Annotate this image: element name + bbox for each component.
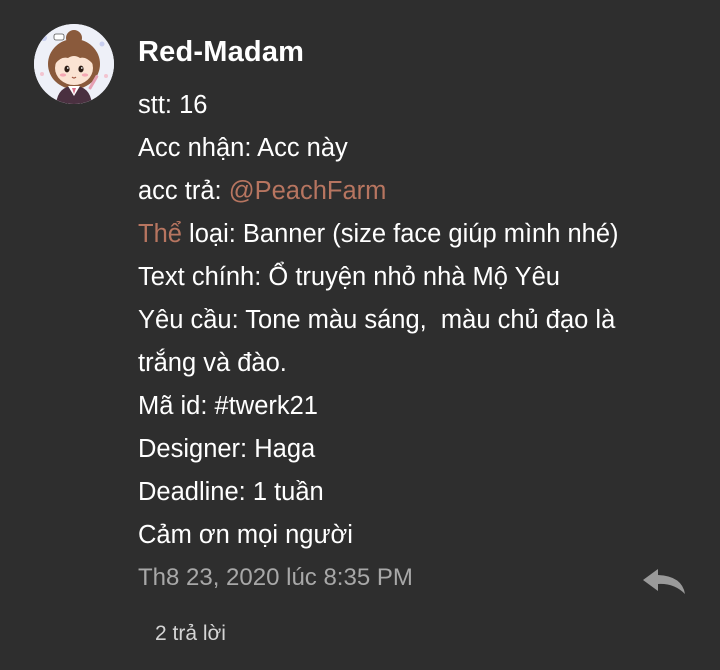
comment-line-ma-id: Mã id: #twerk21 — [138, 392, 318, 420]
author-name[interactable]: Red-Madam — [138, 36, 304, 69]
comment-line-thanks: Cảm ơn mọi người — [138, 521, 353, 549]
acc-tra-label: acc trả: — [138, 177, 229, 205]
mention-peachfarm[interactable]: @PeachFarm — [229, 177, 387, 205]
comment-card: Red-Madam stt: 16 Acc nhận: Acc này acc … — [0, 0, 720, 670]
the-loai-text: loại: Banner (size face giúp mình nhé) — [181, 220, 619, 248]
comment-line-text-chinh: Text chính: Ổ truyện nhỏ nhà Mộ Yêu — [138, 263, 560, 291]
comment-line-yeu-cau: Yêu cầu: Tone màu sáng, màu chủ đạo là — [138, 306, 616, 334]
avatar[interactable] — [34, 24, 114, 104]
comment-line-the-loai: Thể loại: Banner (size face giúp mình nh… — [138, 213, 698, 256]
mention-the[interactable]: Thể — [138, 220, 182, 248]
comment-line-yeu-cau-cont: trắng và đào. — [138, 349, 287, 377]
comment-line-acc-nhan: Acc nhận: Acc này — [138, 134, 348, 162]
reply-arrow-icon[interactable] — [640, 566, 688, 596]
comment-line-acc-tra: acc trả: @PeachFarm — [138, 170, 698, 213]
comment-line-designer: Designer: Haga — [138, 435, 316, 463]
reply-count-link[interactable]: 2 trả lời — [155, 622, 226, 646]
comment-timestamp: Th8 23, 2020 lúc 8:35 PM — [138, 564, 413, 591]
comment-body: stt: 16 Acc nhận: Acc này acc trả: @Peac… — [138, 84, 698, 557]
comment-line-stt: stt: 16 — [138, 91, 208, 119]
chibi-girl-avatar-icon — [34, 24, 114, 104]
comment-line-deadline: Deadline: 1 tuần — [138, 478, 324, 506]
